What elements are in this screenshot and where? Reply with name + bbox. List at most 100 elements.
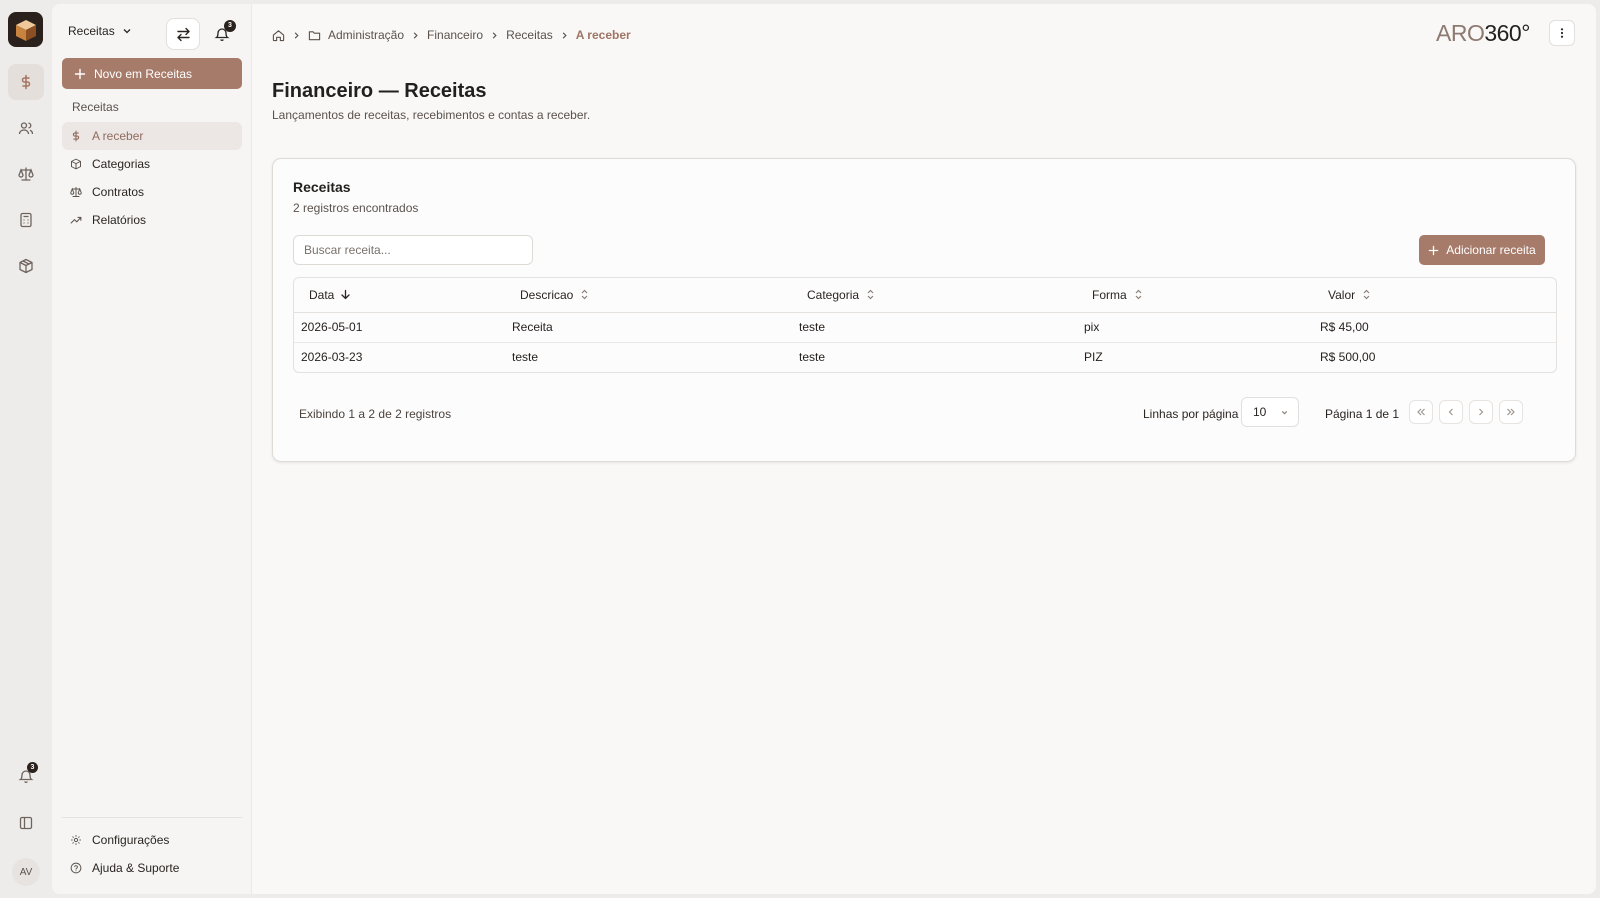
table-row[interactable]: 2026-05-01 Receita teste pix R$ 45,00 [294, 312, 1556, 343]
box-logo-icon [15, 19, 36, 41]
switch-module-button[interactable] [166, 18, 200, 50]
icon-rail: 3 AV [0, 0, 52, 898]
plus-icon [1429, 245, 1439, 255]
breadcrumb: Administração Financeiro Receitas A rece… [272, 28, 631, 42]
cell-categoria: teste [792, 312, 1077, 343]
sidebar-item-label: Contratos [92, 185, 145, 199]
sidebar-nav: A receber Categorias Contratos Relatório… [62, 122, 242, 234]
breadcrumb-current: A receber [575, 28, 631, 42]
column-header-forma[interactable]: Forma [1077, 278, 1313, 313]
sidebar-item-contratos[interactable]: Contratos [62, 178, 242, 206]
rail-notifications-button[interactable]: 3 [8, 758, 44, 794]
last-page-button[interactable] [1499, 400, 1523, 424]
kebab-menu-icon [1560, 28, 1564, 38]
column-header-label: Valor [1328, 287, 1356, 302]
card-title: Receitas [293, 179, 351, 195]
column-header-categoria[interactable]: Categoria [792, 278, 1077, 313]
breadcrumb-item[interactable]: Receitas [506, 28, 553, 42]
sidebar-item-label: Categorias [92, 157, 151, 171]
rail-products-button[interactable] [8, 248, 44, 284]
rail-users-button[interactable] [8, 110, 44, 146]
table-header-row: Data Descricao Categoria Forma Valor [294, 278, 1556, 313]
column-header-label: Data [309, 287, 335, 302]
calculator-icon [20, 212, 32, 228]
chevron-right-icon [562, 31, 567, 39]
cell-data: 2026-05-01 [294, 312, 505, 343]
chevron-left-icon [1448, 408, 1453, 416]
table-row[interactable]: 2026-03-23 teste teste PIZ R$ 500,00 [294, 342, 1556, 372]
brand-suffix: 360° [1484, 20, 1530, 46]
column-header-label: Descricao [520, 287, 574, 302]
new-receita-button[interactable]: Novo em Receitas [62, 58, 242, 89]
gear-icon [71, 835, 81, 845]
arrow-down-icon [341, 290, 351, 300]
column-header-data[interactable]: Data [294, 278, 505, 313]
chevron-right-icon [1479, 408, 1484, 416]
cell-valor: R$ 500,00 [1320, 350, 1376, 365]
breadcrumb-item[interactable]: Administração [328, 28, 404, 42]
dollar-icon [72, 130, 80, 142]
sidebar-item-categorias[interactable]: Categorias [62, 150, 242, 178]
scale-icon [70, 187, 82, 197]
page-indicator: Página 1 de 1 [1325, 407, 1400, 421]
help-icon [70, 862, 82, 874]
panel-icon [19, 816, 33, 830]
brand-prefix: ARO [1436, 20, 1485, 46]
chevrons-left-icon [1417, 408, 1425, 416]
user-avatar[interactable]: AV [12, 858, 40, 886]
cell-descricao: Receita [505, 312, 792, 343]
first-page-button[interactable] [1409, 400, 1433, 424]
scale-icon [18, 167, 34, 181]
box-icon [71, 158, 81, 170]
notification-count-badge: 3 [27, 762, 38, 773]
chevron-right-icon [294, 31, 299, 39]
chevron-down-icon [123, 29, 131, 34]
cell-forma: PIZ [1084, 350, 1103, 365]
previous-page-button[interactable] [1439, 400, 1463, 424]
home-icon[interactable] [272, 29, 285, 42]
more-options-button[interactable] [1549, 20, 1575, 46]
column-header-valor[interactable]: Valor [1313, 278, 1556, 313]
rail-legal-button[interactable] [8, 156, 44, 192]
users-icon [18, 122, 34, 135]
search-input[interactable] [293, 235, 533, 265]
next-page-button[interactable] [1469, 400, 1493, 424]
breadcrumb-item[interactable]: Financeiro [427, 28, 483, 42]
sidebar-item-ajuda[interactable]: Ajuda & Suporte [62, 854, 242, 882]
sidebar-item-a-receber[interactable]: A receber [62, 122, 242, 150]
chevrons-right-icon [1507, 408, 1515, 416]
sidebar-footer: Configurações Ajuda & Suporte [62, 817, 242, 882]
cell-forma: pix [1077, 312, 1313, 343]
new-receita-label: Novo em Receitas [94, 66, 193, 81]
folder-icon [308, 30, 321, 40]
sort-icon [581, 289, 588, 300]
rail-toggle-panel-button[interactable] [8, 805, 44, 841]
add-receita-label: Adicionar receita [1446, 243, 1536, 257]
sort-icon [1363, 289, 1370, 300]
rail-financeiro-button[interactable] [8, 64, 44, 100]
page-title: Financeiro — Receitas [272, 80, 487, 102]
receitas-card: Receitas 2 registros encontrados Adicion… [272, 158, 1576, 462]
plus-icon [74, 68, 86, 79]
sort-icon [1135, 289, 1142, 300]
brand-logo: ARO360° [1436, 20, 1530, 47]
module-selector-label: Receitas [68, 24, 115, 38]
sidebar-item-label: Relatórios [92, 213, 147, 227]
sidebar-item-label: Ajuda & Suporte [92, 861, 180, 875]
add-receita-button[interactable]: Adicionar receita [1419, 235, 1545, 265]
column-header-descricao[interactable]: Descricao [505, 278, 792, 313]
sidebar-item-label: A receber [92, 129, 144, 143]
sidebar-item-relatorios[interactable]: Relatórios [62, 206, 242, 234]
rows-per-page-value: 10 [1253, 405, 1267, 419]
module-selector[interactable]: Receitas [68, 24, 133, 38]
notifications-button[interactable]: 3 [208, 20, 236, 48]
rows-per-page-select[interactable]: 10 [1241, 397, 1299, 427]
dollar-icon [21, 74, 31, 90]
chevron-down-icon [1281, 410, 1288, 414]
app-logo[interactable] [8, 12, 43, 47]
pagination [1409, 400, 1523, 424]
rail-calculator-button[interactable] [8, 202, 44, 238]
rows-per-page-label: Linhas por página [1143, 407, 1239, 421]
showing-count: Exibindo 1 a 2 de 2 registros [299, 407, 452, 421]
sidebar-item-configuracoes[interactable]: Configurações [62, 826, 242, 854]
